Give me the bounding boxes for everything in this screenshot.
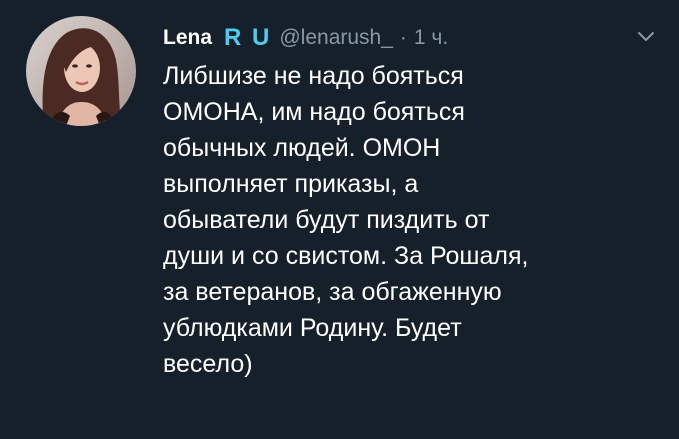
tweet-text-line: ОМОНА, им надо бояться [163, 98, 465, 126]
tweet-text-line: ублюдками Родину. Будет [163, 314, 462, 342]
tweet-text-line: обычных людей. ОМОН [163, 134, 441, 162]
tweet-text-line: за ветеранов, за обгаженную [163, 278, 502, 306]
separator-dot: · [399, 26, 407, 49]
author-handle[interactable]: @lenarush_ [279, 26, 393, 50]
tweet-text-line: обыватели будут пиздить от [163, 206, 490, 234]
tweet-text-line: весело) [163, 350, 253, 378]
timestamp[interactable]: 1 ч. [414, 26, 448, 50]
avatar[interactable] [26, 16, 136, 126]
avatar-image [26, 16, 136, 126]
name-badge: R U [224, 24, 272, 51]
tweet-header: Lena R U @lenarush_ · 1 ч. [163, 22, 448, 54]
tweet-text: Либшизе не надо бояться ОМОНА, им надо б… [163, 58, 663, 382]
tweet-text-line: души и со свистом. За Рошаля, [163, 242, 529, 270]
tweet-text-line: Либшизе не надо бояться [163, 62, 464, 90]
chevron-down-icon[interactable] [636, 30, 656, 44]
tweet: Lena R U @lenarush_ · 1 ч. Либшизе не на… [0, 0, 679, 439]
tweet-text-line: выполняет приказы, а [163, 170, 419, 198]
author-name[interactable]: Lena [163, 26, 212, 50]
